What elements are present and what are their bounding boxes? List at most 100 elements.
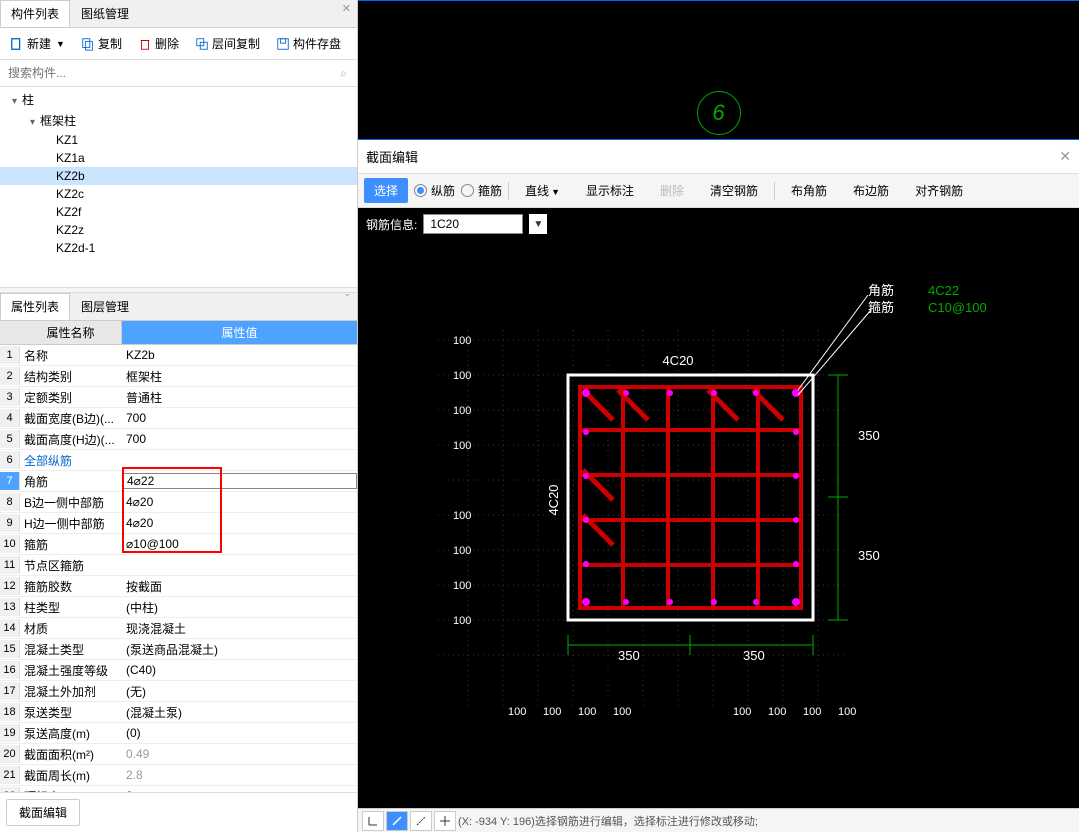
svg-text:角筋: 角筋 (868, 283, 894, 298)
property-row[interactable]: 1名称KZ2b (0, 345, 357, 366)
section-canvas[interactable]: 4C20 4C20 350 350 350 350 角筋 箍筋 4C22 C10… (358, 240, 1079, 808)
copy-icon (81, 37, 95, 51)
rebar-info-dropdown[interactable]: ▼ (529, 214, 547, 234)
svg-text:100: 100 (453, 370, 471, 382)
property-row[interactable]: 14材质现浇混凝土 (0, 618, 357, 639)
property-row[interactable]: 22顶标高(m)0 (0, 786, 357, 792)
svg-text:100: 100 (768, 706, 786, 718)
radio-longbar[interactable]: 纵筋 (414, 182, 455, 199)
radio-stirrup[interactable]: 箍筋 (461, 182, 502, 199)
svg-text:4C20: 4C20 (546, 484, 561, 515)
show-dim-button[interactable]: 显示标注 (576, 178, 644, 203)
editor-close-icon[interactable]: ✕ (1059, 148, 1071, 165)
property-row[interactable]: 5截面高度(H边)(...700 (0, 429, 357, 450)
editor-title: 截面编辑 (366, 147, 418, 166)
property-row[interactable]: 16混凝土强度等级(C40) (0, 660, 357, 681)
property-row[interactable]: 10箍筋⌀10@100 (0, 534, 357, 555)
component-tree[interactable]: ▾柱 ▾框架柱 KZ1 KZ1a KZ2b KZ2c KZ2f KZ2z KZ2… (0, 87, 357, 287)
property-row[interactable]: 13柱类型(中柱) (0, 597, 357, 618)
dark-canvas-top: 6 (358, 0, 1079, 140)
tree-item[interactable]: KZ1a (0, 149, 357, 167)
svg-text:100: 100 (803, 706, 821, 718)
svg-text:4C20: 4C20 (662, 353, 693, 368)
tree-root[interactable]: ▾柱 (0, 89, 357, 110)
property-row[interactable]: 18泵送类型(混凝土泵) (0, 702, 357, 723)
svg-text:100: 100 (453, 615, 471, 627)
svg-text:350: 350 (858, 428, 880, 443)
tree-item[interactable]: KZ2f (0, 203, 357, 221)
tree-item[interactable]: KZ2z (0, 221, 357, 239)
svg-text:100: 100 (508, 706, 526, 718)
search-input[interactable] (6, 64, 351, 82)
svg-text:4C22: 4C22 (928, 283, 959, 298)
floor-copy-icon (195, 37, 209, 51)
corner-bar-button[interactable]: 布角筋 (781, 178, 837, 203)
view-button-1[interactable] (362, 811, 384, 831)
tree-frame-column[interactable]: ▾框架柱 (0, 110, 357, 131)
tab-drawings[interactable]: 图纸管理 (70, 0, 140, 27)
select-button[interactable]: 选择 (364, 178, 408, 203)
property-row[interactable]: 9H边一侧中部筋4⌀20 (0, 513, 357, 534)
svg-text:100: 100 (578, 706, 596, 718)
view-button-4[interactable] (434, 811, 456, 831)
tree-item[interactable]: KZ2c (0, 185, 357, 203)
rebar-info-label: 钢筋信息: (366, 216, 417, 233)
property-row[interactable]: 8B边一侧中部筋4⌀20 (0, 492, 357, 513)
svg-text:350: 350 (618, 648, 640, 663)
grid-circle-6: 6 (697, 91, 741, 135)
tab-properties[interactable]: 属性列表 (0, 293, 70, 320)
tab-layers[interactable]: 图层管理 (70, 293, 140, 320)
prop-header-name: 属性名称 (20, 321, 122, 344)
property-row[interactable]: 2结构类别框架柱 (0, 366, 357, 387)
property-row[interactable]: 3定额类别普通柱 (0, 387, 357, 408)
save-icon (276, 37, 290, 51)
close-panel-icon[interactable]: ✕ (342, 2, 351, 15)
property-row[interactable]: 4截面宽度(B边)(...700 (0, 408, 357, 429)
view-button-3[interactable] (410, 811, 432, 831)
prop-header-value: 属性值 (122, 321, 357, 344)
save-button[interactable]: 构件存盘 (270, 32, 347, 55)
property-row[interactable]: 12箍筋胶数按截面 (0, 576, 357, 597)
line-button[interactable]: 直线▼ (515, 178, 570, 203)
clear-rebar-button[interactable]: 清空钢筋 (700, 178, 768, 203)
svg-text:100: 100 (453, 545, 471, 557)
new-icon (10, 37, 24, 51)
floor-copy-button[interactable]: 层间复制 (189, 32, 266, 55)
svg-text:100: 100 (613, 706, 631, 718)
property-row[interactable]: 15混凝土类型(泵送商品混凝土) (0, 639, 357, 660)
tree-item[interactable]: KZ1 (0, 131, 357, 149)
align-bar-button[interactable]: 对齐钢筋 (905, 178, 973, 203)
svg-text:100: 100 (733, 706, 751, 718)
section-edit-button[interactable]: 截面编辑 (6, 799, 80, 826)
rebar-info-input[interactable] (423, 214, 523, 234)
delete-icon (138, 37, 152, 51)
search-icon[interactable]: ⌕ (340, 66, 347, 81)
property-row[interactable]: 17混凝土外加剂(无) (0, 681, 357, 702)
delete-button[interactable]: 删除 (132, 32, 185, 55)
property-row[interactable]: 6全部纵筋 (0, 450, 357, 471)
svg-text:100: 100 (453, 510, 471, 522)
status-text: (X: -934 Y: 196)选择钢筋进行编辑，选择标注进行修改或移动; (458, 813, 758, 829)
tab-components[interactable]: 构件列表 (0, 0, 70, 27)
property-row[interactable]: 19泵送高度(m)(0) (0, 723, 357, 744)
property-row[interactable]: 7角筋4⌀22 (0, 471, 357, 492)
property-row[interactable]: 11节点区箍筋 (0, 555, 357, 576)
svg-text:箍筋: 箍筋 (868, 300, 894, 315)
property-row[interactable]: 20截面面积(m²)0.49 (0, 744, 357, 765)
property-table: 属性名称 属性值 1名称KZ2b2结构类别框架柱3定额类别普通柱4截面宽度(B边… (0, 321, 357, 792)
svg-text:350: 350 (743, 648, 765, 663)
tree-item[interactable]: KZ2d-1 (0, 239, 357, 257)
view-button-2[interactable] (386, 811, 408, 831)
property-row[interactable]: 21截面周长(m)2.8 (0, 765, 357, 786)
tree-item-selected[interactable]: KZ2b (0, 167, 357, 185)
copy-button[interactable]: 复制 (75, 32, 128, 55)
svg-text:C10@100: C10@100 (928, 300, 987, 315)
new-button[interactable]: 新建▼ (4, 32, 71, 55)
panel-divider[interactable]: ⌄ (0, 287, 357, 293)
svg-text:100: 100 (453, 405, 471, 417)
delete-rebar-button[interactable]: 删除 (650, 178, 694, 203)
svg-text:100: 100 (453, 580, 471, 592)
svg-text:100: 100 (453, 440, 471, 452)
edge-bar-button[interactable]: 布边筋 (843, 178, 899, 203)
svg-text:100: 100 (838, 706, 856, 718)
